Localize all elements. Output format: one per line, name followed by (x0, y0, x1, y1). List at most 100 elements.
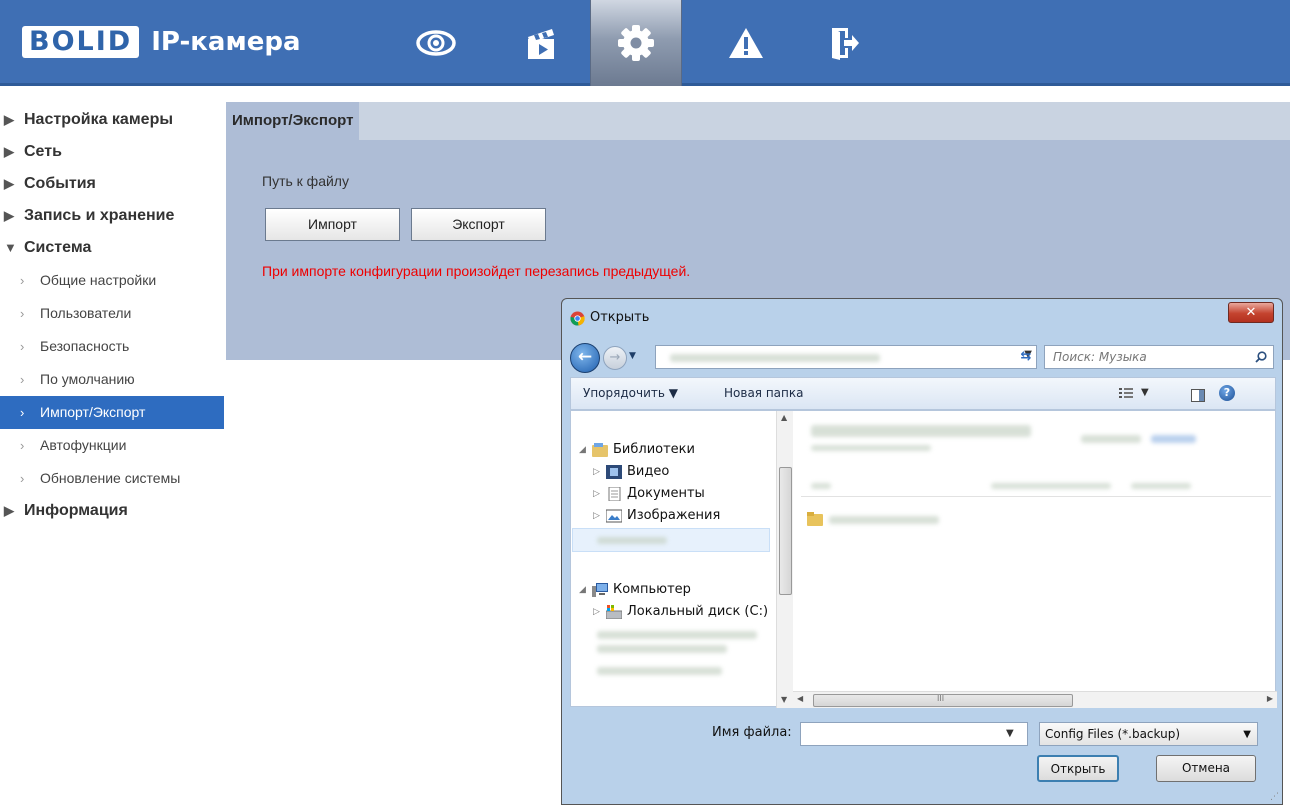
scroll-right-icon[interactable]: ▶ (1267, 694, 1273, 703)
folder-icon (807, 512, 823, 526)
tree-item-label: Документы (627, 486, 705, 501)
scroll-down-icon[interactable]: ▼ (781, 695, 787, 704)
view-list-icon (1119, 388, 1133, 398)
tree-item-label: Локальный диск (C:) (627, 604, 769, 619)
scroll-left-icon[interactable]: ◀ (797, 694, 803, 703)
recent-dropdown[interactable]: ▼ (629, 351, 636, 361)
filename-dropdown-icon[interactable]: ▼ (1006, 728, 1014, 739)
sidebar-section-storage[interactable]: ▶ Запись и хранение (0, 200, 226, 232)
blurred-tree-item (597, 631, 757, 639)
expand-triangle-icon: ▷ (593, 511, 600, 521)
sidebar-item-general[interactable]: › Общие настройки (0, 264, 226, 297)
file-list-horizontal-scrollbar[interactable]: ◀ III ▶ (793, 691, 1277, 708)
settings-nav-button[interactable] (590, 0, 682, 86)
address-bar[interactable]: ▼ (655, 345, 1037, 369)
expand-arrow-icon: ▶ (4, 176, 14, 191)
tree-item-music-selected[interactable] (572, 528, 770, 552)
sidebar: ▶ Настройка камеры ▶ Сеть ▶ События ▶ Запись… (0, 104, 226, 527)
forward-button[interactable]: → (603, 346, 627, 370)
refresh-button[interactable]: ⇆ (1014, 346, 1038, 368)
help-icon: ? (1223, 386, 1231, 399)
expand-arrow-icon: ▶ (4, 208, 14, 223)
chevron-right-icon: › (20, 438, 25, 453)
import-button[interactable]: Импорт (265, 208, 400, 241)
file-row[interactable] (807, 509, 987, 531)
sidebar-section-label: Сеть (24, 143, 62, 160)
sidebar-item-import-export[interactable]: › Импорт/Экспорт (0, 396, 224, 429)
column-header-blurred (811, 483, 831, 489)
filename-input[interactable]: ▼ (800, 722, 1028, 746)
blurred-library-title (811, 425, 1031, 437)
drive-icon (606, 605, 622, 619)
file-path-label: Путь к файлу (262, 173, 349, 189)
preview-pane-button[interactable] (1191, 387, 1205, 406)
alarm-nav-button[interactable] (700, 0, 792, 86)
search-input[interactable]: Поиск: Музыка (1044, 345, 1274, 369)
export-button[interactable]: Экспорт (411, 208, 546, 241)
organize-button[interactable]: Упорядочить ▼ (583, 378, 678, 411)
tab-import-export[interactable]: Импорт/Экспорт (226, 102, 360, 140)
sidebar-section-network[interactable]: ▶ Сеть (0, 136, 226, 168)
collapse-arrow-icon: ▼ (4, 240, 17, 255)
dialog-title: Открыть (590, 310, 650, 325)
back-button[interactable]: ← (570, 343, 600, 373)
expand-triangle-icon: ▷ (593, 489, 600, 499)
resize-grip[interactable]: ⋰ (1270, 792, 1279, 802)
search-icon (1255, 351, 1267, 363)
sidebar-section-label: Запись и хранение (24, 207, 175, 224)
file-type-select[interactable]: Config Files (*.backup) ▼ (1039, 722, 1258, 746)
blurred-tree-item (597, 667, 722, 675)
tree-item-label: Компьютер (613, 582, 691, 597)
blurred-library-subtitle (811, 445, 931, 451)
column-header-blurred (991, 483, 1111, 489)
new-folder-button[interactable]: Новая папка (724, 378, 803, 411)
open-button[interactable]: Открыть (1037, 755, 1119, 782)
search-placeholder: Поиск: Музыка (1053, 350, 1147, 364)
sidebar-section-system[interactable]: ▼ Система (0, 232, 226, 264)
gear-icon (618, 25, 654, 61)
tree-item-label: Видео (627, 464, 670, 479)
file-list-header (801, 475, 1271, 497)
navigation-tree: ◢ Библиотеки ▷ Видео ▷ Документы ▷ Изобр… (571, 411, 773, 708)
file-list-scroll-thumb[interactable]: III (813, 694, 1073, 707)
sidebar-section-info[interactable]: ▶ Информация (0, 495, 226, 527)
logo: BOLID IP-камера (22, 26, 301, 58)
images-library-icon (606, 509, 622, 523)
chevron-right-icon: › (20, 306, 25, 321)
sidebar-item-system-update[interactable]: › Обновление системы (0, 462, 226, 495)
help-button[interactable]: ? (1219, 385, 1235, 401)
close-button[interactable]: ✕ (1228, 302, 1274, 323)
expand-arrow-icon: ▶ (4, 144, 14, 159)
tree-scrollbar[interactable]: ▲ ▼ (776, 411, 793, 708)
sidebar-section-events[interactable]: ▶ События (0, 168, 226, 200)
clapperboard-icon (528, 29, 554, 59)
video-library-icon (606, 465, 622, 479)
sidebar-item-label: Импорт/Экспорт (40, 404, 146, 420)
sidebar-section-camera[interactable]: ▶ Настройка камеры (0, 104, 226, 136)
sidebar-section-label: Настройка камеры (24, 111, 173, 128)
playback-nav-button[interactable] (496, 0, 588, 86)
chevron-down-icon: ▼ (1243, 729, 1251, 740)
blurred-label (597, 537, 667, 544)
sidebar-item-defaults[interactable]: › По умолчанию (0, 363, 226, 396)
sidebar-item-label: Обновление системы (40, 470, 181, 486)
sidebar-item-security[interactable]: › Безопасность (0, 330, 226, 363)
sidebar-item-auto-functions[interactable]: › Автофункции (0, 429, 226, 462)
view-options-button[interactable]: ▼ (1119, 387, 1155, 401)
blurred-arrange-value (1151, 435, 1196, 443)
blurred-tree-item (597, 645, 727, 653)
logout-nav-button[interactable] (798, 0, 890, 86)
sidebar-section-label: Система (24, 239, 92, 256)
eye-icon (416, 30, 456, 56)
sidebar-item-users[interactable]: › Пользователи (0, 297, 226, 330)
cancel-button[interactable]: Отмена (1156, 755, 1256, 782)
tree-scroll-thumb[interactable] (779, 467, 792, 595)
sidebar-item-label: Автофункции (40, 437, 127, 453)
live-view-nav-button[interactable] (390, 0, 482, 86)
tree-item-label: Библиотеки (613, 442, 695, 457)
sidebar-item-label: Безопасность (40, 338, 130, 354)
app-title: IP-камера (151, 27, 301, 57)
sidebar-section-label: События (24, 175, 96, 192)
scroll-up-icon[interactable]: ▲ (781, 413, 787, 422)
logo-mark: BOLID (22, 26, 140, 58)
